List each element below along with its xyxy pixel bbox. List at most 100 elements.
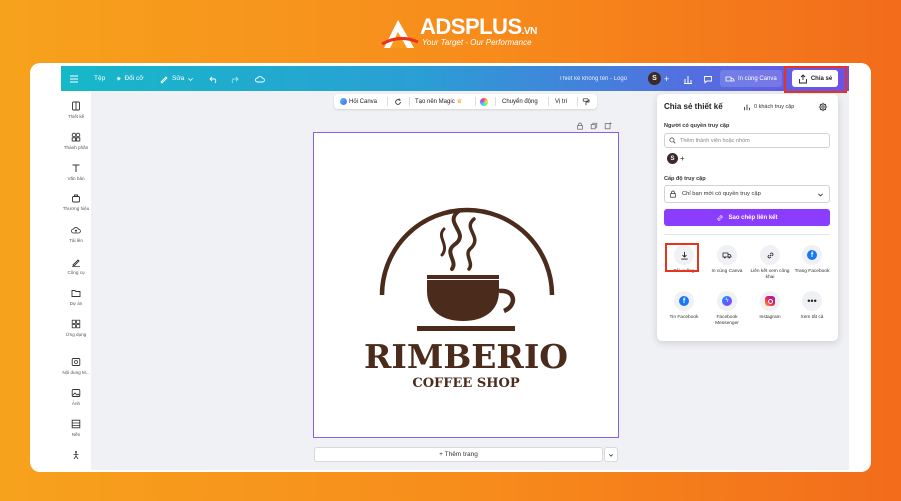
sidebar-item-label: Văn bản <box>67 176 85 181</box>
steam-shape-1 <box>448 209 462 271</box>
sidebar-item-label: Ảnh <box>71 401 81 406</box>
gear-icon[interactable] <box>818 102 828 112</box>
sidebar-item-brand[interactable]: Thương hiệu <box>61 193 91 211</box>
copy-link-label: Sao chép liên kết <box>728 214 778 221</box>
add-member-input[interactable]: Thêm thành viên hoặc nhóm <box>664 133 830 148</box>
share-option-see-all[interactable]: ••• Xem tất cả <box>791 291 833 321</box>
messenger-option-circle: ϟ <box>717 291 737 311</box>
format-painter-button[interactable] <box>582 94 590 109</box>
copy-link-button[interactable]: Sao chép liên kết <box>664 209 830 226</box>
add-page-icon[interactable] <box>604 122 612 130</box>
sidebar-item-projects[interactable]: Dự án <box>61 288 91 306</box>
sidebar-item-label: Nội dung M... <box>62 370 90 375</box>
resize-label: Đổi cỡ <box>124 75 144 82</box>
undo-button[interactable] <box>209 66 219 91</box>
brand-name: ADSPLUS.VN <box>420 14 537 39</box>
sidebar-item-uploads[interactable]: Tải lên <box>61 225 91 243</box>
coffee-logo[interactable]: RIMBERIO COFFEE SHOP <box>314 133 618 437</box>
share-option-label: Liên kết xem công khai <box>750 269 790 280</box>
animate-button[interactable]: Chuyển động <box>502 94 538 109</box>
sidebar-item-design[interactable]: Thiết kế <box>61 101 91 119</box>
print-label: In cùng Canva <box>738 75 777 82</box>
sidebar-item-text[interactable]: Văn bản <box>61 163 91 181</box>
share-option-print[interactable]: In cùng Canva <box>706 245 748 275</box>
upload-icon <box>71 227 81 234</box>
edit-menu[interactable]: Sửa <box>159 66 194 91</box>
share-option-label: Facebook Messenger <box>715 315 739 326</box>
comments-button[interactable] <box>703 66 713 91</box>
visitors-label: 0 khách truy cập <box>754 104 795 110</box>
page-actions <box>576 122 612 130</box>
top-bar: Tệp ✷ Đổi cỡ Sửa Thiết kế không tên - Log… <box>61 66 849 91</box>
sidebar-item-media[interactable]: Nội dung M... <box>61 357 91 375</box>
photo-icon <box>71 389 81 397</box>
instagram-icon <box>765 296 775 306</box>
share-option-messenger[interactable]: ϟ Facebook Messenger <box>706 291 748 327</box>
left-sidebar: Thiết kế Thành phần Văn bản Thương hiệu … <box>61 91 91 470</box>
position-button[interactable]: Vị trí <box>555 94 567 109</box>
access-level-select[interactable]: Chỉ bạn mới có quyền truy cập <box>664 185 830 203</box>
file-menu[interactable]: Tệp <box>94 66 105 91</box>
account-avatar[interactable]: S <box>648 66 661 91</box>
public-link-option-circle <box>760 245 780 265</box>
duplicate-icon[interactable] <box>590 122 598 130</box>
messenger-icon: ϟ <box>722 296 732 306</box>
download-option-highlight <box>665 243 699 272</box>
redo-button[interactable] <box>229 66 239 91</box>
sidebar-item-tools[interactable]: Công cụ <box>61 257 91 275</box>
sidebar-item-label: Công cụ <box>67 270 85 275</box>
plus-icon[interactable]: + <box>680 154 685 163</box>
more-icon: ••• <box>807 295 817 306</box>
sidebar-item-background[interactable]: Nền <box>61 419 91 437</box>
logo-title: RIMBERIO <box>364 337 568 376</box>
add-collaborator-button[interactable]: + <box>664 66 669 91</box>
add-page-dropdown[interactable] <box>604 447 618 462</box>
menu-button[interactable] <box>69 66 79 91</box>
document-title[interactable]: Thiết kế không tên - Logo <box>559 66 627 91</box>
print-with-canva-button[interactable]: In cùng Canva <box>720 70 782 87</box>
position-label: Vị trí <box>555 98 568 105</box>
visitors-button[interactable]: 0 khách truy cập <box>743 103 794 111</box>
cup-handle <box>498 288 516 314</box>
add-page-button[interactable]: + Thêm trang <box>314 447 603 462</box>
background-icon <box>71 419 81 429</box>
logo-subtitle: COFFEE SHOP <box>412 376 519 391</box>
ask-canva-button[interactable]: Hỏi Canva <box>340 94 377 109</box>
magic-button[interactable]: Tạo nên Magic ♛ <box>415 94 462 109</box>
facebook-page-option-circle: f <box>802 245 822 265</box>
comment-icon <box>704 75 712 84</box>
sidebar-item-more[interactable] <box>61 450 91 460</box>
sidebar-item-elements[interactable]: Thành phần <box>61 132 91 150</box>
animate-label: Chuyển động <box>502 98 538 105</box>
design-canvas[interactable]: RIMBERIO COFFEE SHOP <box>313 132 619 438</box>
member-avatar[interactable]: S <box>667 153 678 164</box>
access-level-label: Cấp độ truy cập <box>664 176 706 182</box>
pen-icon <box>160 75 168 84</box>
resize-button[interactable]: ✷ Đổi cỡ <box>116 66 144 91</box>
cloud-save-button[interactable] <box>255 66 265 91</box>
sidebar-item-label: Thương hiệu <box>62 206 90 211</box>
lock-icon[interactable] <box>576 122 584 130</box>
sidebar-item-photos[interactable]: Ảnh <box>61 388 91 406</box>
share-option-label: Tin Facebook <box>669 315 699 320</box>
hamburger-icon <box>70 74 78 83</box>
context-toolbar: Hỏi Canva Tạo nên Magic ♛ Chuyển động Vị… <box>334 94 597 109</box>
canva-window: Tệp ✷ Đổi cỡ Sửa Thiết kế không tên - Log… <box>61 66 849 470</box>
share-option-label: Trang Facebook <box>794 269 830 274</box>
share-button-highlight <box>784 66 847 93</box>
cup-shape <box>427 280 499 321</box>
share-option-public-link[interactable]: Liên kết xem công khai <box>749 245 791 281</box>
color-button[interactable] <box>480 94 488 109</box>
brand-icon <box>72 194 80 203</box>
facebook-icon: f <box>807 250 817 260</box>
sidebar-item-apps[interactable]: Ứng dụng <box>61 319 91 337</box>
share-option-facebook-story[interactable]: f Tin Facebook <box>663 291 705 321</box>
plus-icon: + <box>664 73 670 84</box>
replace-button[interactable] <box>394 94 402 109</box>
avatar: S <box>648 72 661 85</box>
insights-button[interactable] <box>683 66 693 91</box>
instagram-option-circle <box>760 291 780 311</box>
link-icon <box>717 214 724 221</box>
share-option-instagram[interactable]: Instagram <box>749 291 791 321</box>
share-option-facebook-page[interactable]: f Trang Facebook <box>791 245 833 275</box>
